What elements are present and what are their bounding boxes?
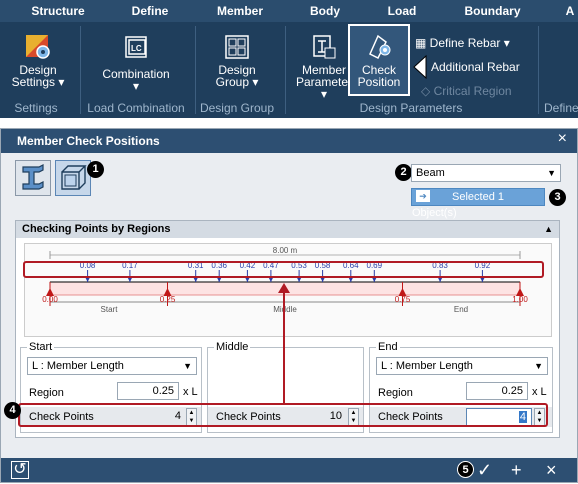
group-load-combination: LC Combination ▾ Load Combination <box>82 22 190 118</box>
tab-structure[interactable]: Structure <box>18 0 98 22</box>
critical-region-label: Critical Region <box>433 84 512 98</box>
check-position-content: Check Position <box>350 32 408 88</box>
callout-4: 4 <box>4 402 21 419</box>
member-parameter-button[interactable]: Member Parameter ▾ <box>293 32 355 100</box>
member-check-positions-dialog: Member Check Positions × 1 2 Beam ▼ ➔ Sel… <box>0 128 578 483</box>
group-design-parameters: Member Parameter ▾ Check Position ▦ Defi… <box>287 22 535 118</box>
connector-arrow <box>278 283 290 403</box>
ribbon-tab-bar: Structure Define Member Body Load Bounda… <box>0 0 578 22</box>
callout-5: 5 <box>457 461 474 478</box>
ribbon-separator <box>80 26 81 114</box>
group-label-settings: Settings <box>14 101 58 115</box>
tab-body[interactable]: Body <box>300 0 350 22</box>
ribbon-separator <box>285 26 286 114</box>
member-parameter-label-2: Parameter ▾ <box>295 75 353 101</box>
design-group-button[interactable]: Design Group ▾ <box>207 32 267 88</box>
design-group-icon <box>225 35 249 59</box>
check-position-button[interactable]: Check Position <box>348 24 410 96</box>
combination-button[interactable]: LC Combination ▾ <box>96 32 176 92</box>
define-rebar-icon: ▦ <box>415 36 430 50</box>
ribbon-separator <box>538 26 539 114</box>
critical-region-button[interactable]: ◇ Critical Region <box>421 84 512 98</box>
tab-analysis[interactable]: A <box>562 0 578 22</box>
design-settings-icon <box>26 35 50 59</box>
combination-icon: LC <box>125 36 147 58</box>
group-define: Define <box>540 22 578 118</box>
group-label-define: Define <box>544 101 578 115</box>
design-settings-label-2: Settings ▾ <box>11 75 65 89</box>
define-rebar-label: Define Rebar ▾ <box>429 36 510 50</box>
design-settings-button[interactable]: Design Settings ▾ <box>8 32 68 88</box>
dialog-footer: ↺ 5 ✓ + × <box>1 458 577 482</box>
define-rebar-button[interactable]: ▦ Define Rebar ▾ <box>415 36 510 50</box>
group-label-design-group: Design Group <box>199 101 275 115</box>
check-position-label-2: Position <box>357 75 401 89</box>
tab-member[interactable]: Member <box>205 0 275 22</box>
reset-button[interactable]: ↺ <box>11 461 29 479</box>
combination-dropdown: ▾ <box>132 79 140 93</box>
member-parameter-icon <box>313 35 336 59</box>
ribbon: Design Settings ▾ Settings LC Combinatio… <box>0 22 578 118</box>
cancel-button[interactable]: × <box>546 460 557 480</box>
additional-rebar-button[interactable]: Additional Rebar <box>431 60 520 74</box>
group-label-load-combination: Load Combination <box>87 101 185 115</box>
tab-boundary[interactable]: Boundary <box>455 0 530 22</box>
tab-define[interactable]: Define <box>115 0 185 22</box>
group-settings: Design Settings ▾ Settings <box>0 22 72 118</box>
group-label-design-parameters: Design Parameters <box>359 101 463 115</box>
ribbon-separator <box>195 26 196 114</box>
check-position-icon <box>369 34 391 60</box>
pointer-arrow-icon <box>413 54 427 80</box>
tab-load[interactable]: Load <box>377 0 427 22</box>
group-design-group: Design Group ▾ Design Group <box>197 22 277 118</box>
critical-region-icon: ◇ <box>421 84 434 98</box>
svg-text:LC: LC <box>131 44 142 53</box>
add-button[interactable]: + <box>511 460 522 480</box>
ok-button[interactable]: ✓ <box>477 460 492 480</box>
design-group-label-2: Group ▾ <box>215 75 259 89</box>
